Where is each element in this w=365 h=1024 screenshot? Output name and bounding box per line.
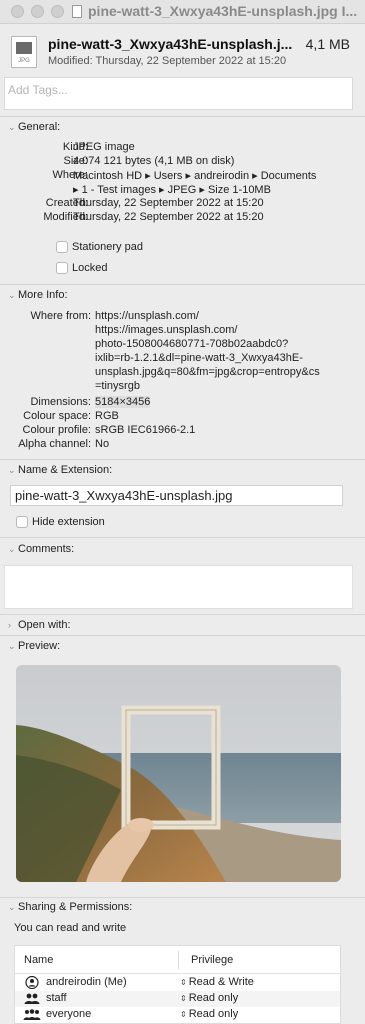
- table-row[interactable]: andreirodin (Me) ⇕ Read & Write: [15, 975, 340, 991]
- privilege-select[interactable]: ⇕ Read & Write: [180, 976, 254, 988]
- section-more-info[interactable]: ⌄ More Info:: [8, 289, 68, 301]
- chevron-down-icon: ⌄: [8, 290, 16, 300]
- name-field[interactable]: [10, 485, 343, 506]
- zoom-window-button[interactable]: [51, 5, 64, 18]
- table-header: Name Privilege: [15, 946, 340, 974]
- locked-label: Locked: [72, 262, 108, 274]
- privilege-select[interactable]: ⇕ Read only: [180, 992, 238, 1004]
- everyone-name: everyone: [46, 1008, 92, 1020]
- where-from-line: ixlib=rb-1.2.1&dl=pine-watt-3_Xwxya43hE-: [95, 352, 303, 364]
- divider: [0, 614, 365, 615]
- image-preview: [16, 665, 341, 882]
- modified-date: Modified: Thursday, 22 September 2022 at…: [48, 55, 287, 67]
- table-row[interactable]: staff ⇕ Read only: [15, 991, 340, 1007]
- everyone-icon: [23, 1009, 41, 1020]
- divider: [0, 116, 365, 117]
- created-value: Thursday, 22 September 2022 at 15:20: [73, 197, 264, 209]
- where-from-line: photo-1508004680771-708b02aabdc0?: [95, 338, 289, 350]
- stationery-pad-checkbox[interactable]: [56, 241, 68, 253]
- where-from-line: unsplash.jpg&q=80&fm=jpg&crop=entropy&cs: [95, 366, 320, 378]
- where-value: Macintosh HD ▸ Users ▸ andreirodin ▸ Doc…: [73, 170, 317, 182]
- divider: [0, 537, 365, 538]
- colour-space-value: RGB: [95, 410, 119, 422]
- group-name: staff: [46, 992, 67, 1004]
- person-icon: [25, 976, 39, 989]
- colour-profile-label: Colour profile:: [22, 424, 91, 436]
- chevron-down-icon: ⌄: [8, 122, 16, 132]
- divider: [0, 459, 365, 460]
- stationery-pad-label: Stationery pad: [72, 241, 143, 253]
- tags-field[interactable]: [4, 77, 353, 110]
- alpha-channel-label: Alpha channel:: [18, 438, 91, 450]
- chevron-down-icon: ⌄: [8, 902, 16, 912]
- divider: [0, 897, 365, 898]
- name-input[interactable]: [11, 486, 342, 505]
- where-from-label: Where from:: [30, 310, 91, 322]
- tags-input[interactable]: [5, 80, 352, 100]
- where-value-continued: ▸ 1 - Test images ▸ JPEG ▸ Size 1-10MB: [73, 184, 271, 196]
- permissions-table: Name Privilege andreirodin (Me) ⇕ Read & …: [14, 945, 341, 1024]
- minimize-window-button[interactable]: [31, 5, 44, 18]
- file-size: 4,1 MB: [305, 36, 350, 52]
- table-row[interactable]: everyone ⇕ Read only: [15, 1007, 340, 1023]
- section-sharing-permissions[interactable]: ⌄ Sharing & Permissions:: [8, 901, 132, 913]
- user-name: andreirodin (Me): [46, 976, 127, 988]
- chevron-down-icon: ⌄: [8, 465, 16, 475]
- modified-value: Thursday, 22 September 2022 at 15:20: [73, 211, 264, 223]
- colour-profile-value: sRGB IEC61966-2.1: [95, 424, 196, 436]
- divider: [0, 635, 365, 636]
- chevron-down-icon: ⌄: [8, 544, 16, 554]
- dimensions-label: Dimensions:: [30, 396, 91, 408]
- file-name: pine-watt-3_Xwxya43hE-unsplash.j...: [48, 36, 293, 52]
- divider: [0, 284, 365, 285]
- colour-space-label: Colour space:: [23, 410, 91, 422]
- window-title: pine-watt-3_Xwxya43hE-unsplash.jpg I...: [88, 3, 358, 19]
- permission-summary: You can read and write: [14, 922, 127, 934]
- chevron-right-icon: ›: [8, 620, 11, 630]
- privilege-select[interactable]: ⇕ Read only: [180, 1008, 238, 1020]
- column-header-name[interactable]: Name: [24, 954, 53, 966]
- where-from-line: =tinysrgb: [95, 380, 140, 392]
- title-bar: pine-watt-3_Xwxya43hE-unsplash.jpg I...: [0, 0, 365, 24]
- locked-checkbox[interactable]: [56, 262, 68, 274]
- section-general[interactable]: ⌄ General:: [8, 121, 60, 133]
- section-name-extension[interactable]: ⌄ Name & Extension:: [8, 464, 112, 476]
- column-header-privilege[interactable]: Privilege: [191, 954, 233, 966]
- chevron-down-icon: ⌄: [8, 641, 16, 651]
- jpeg-file-icon: JPG: [11, 36, 37, 68]
- where-from-line: https://images.unsplash.com/: [95, 324, 238, 336]
- size-value: 4 074 121 bytes (4,1 MB on disk): [73, 155, 235, 167]
- close-window-button[interactable]: [11, 5, 24, 18]
- kind-value: JPEG image: [73, 141, 135, 153]
- document-icon: [72, 5, 82, 18]
- info-window: pine-watt-3_Xwxya43hE-unsplash.jpg I... …: [0, 0, 365, 1024]
- section-preview[interactable]: ⌄ Preview:: [8, 640, 60, 652]
- section-comments[interactable]: ⌄ Comments:: [8, 543, 74, 555]
- hide-extension-checkbox[interactable]: [16, 516, 28, 528]
- comments-textarea[interactable]: [4, 565, 353, 609]
- section-open-with[interactable]: › Open with:: [8, 619, 71, 631]
- where-from-line: https://unsplash.com/: [95, 310, 199, 322]
- hide-extension-label: Hide extension: [32, 516, 105, 528]
- group-icon: [24, 993, 40, 1004]
- dimensions-value: 5184×3456: [95, 396, 151, 408]
- alpha-channel-value: No: [95, 438, 110, 450]
